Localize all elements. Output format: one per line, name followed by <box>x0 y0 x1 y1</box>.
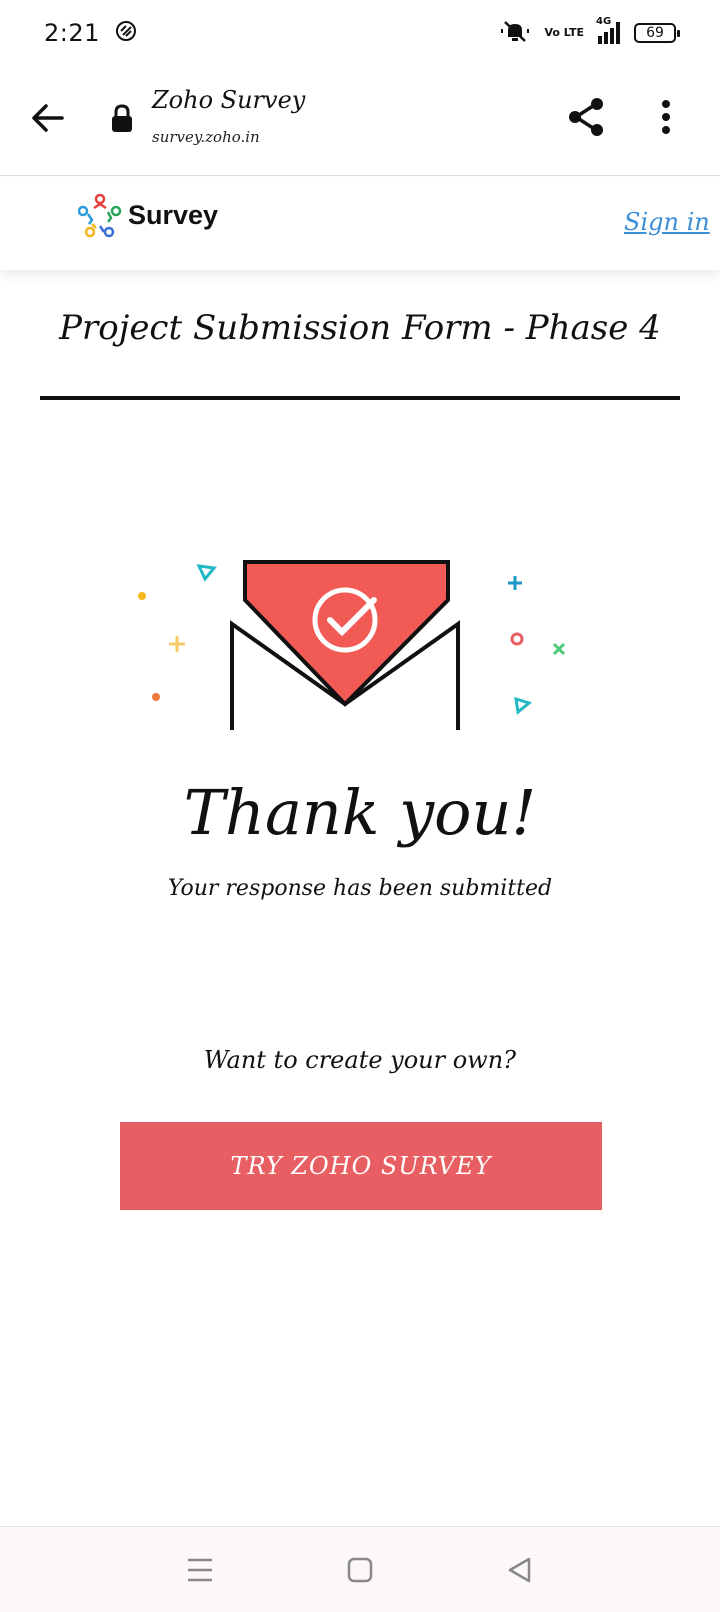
thank-you-heading: Thank you! <box>183 776 537 849</box>
home-button[interactable] <box>340 1550 380 1590</box>
browser-toolbar: Zoho Survey survey.zoho.in <box>0 66 720 176</box>
network-type: 4G <box>596 16 612 27</box>
signal-icon: 4G <box>596 16 620 44</box>
recent-apps-button[interactable] <box>180 1550 220 1590</box>
share-icon <box>569 98 603 136</box>
form-title: Project Submission Form - Phase 4 <box>59 308 661 348</box>
mute-icon <box>500 19 530 47</box>
status-bar: 2:21 Vo LTE 4G 69 <box>0 0 720 66</box>
back-nav-button[interactable] <box>500 1550 540 1590</box>
volte-indicator: Vo LTE <box>544 26 584 39</box>
submitted-envelope-illustration <box>130 560 590 760</box>
try-zoho-survey-button[interactable]: TRY ZOHO SURVEY <box>120 1122 602 1210</box>
sign-in-link[interactable]: Sign in <box>624 208 710 236</box>
page-title: Zoho Survey <box>152 86 306 114</box>
more-options-button[interactable] <box>656 96 676 138</box>
data-saver-icon <box>114 19 138 47</box>
submission-message: Your response has been submitted <box>167 876 553 901</box>
menu-icon <box>188 1558 212 1581</box>
lock-icon <box>110 104 134 134</box>
arrow-left-icon <box>32 104 64 132</box>
battery-icon: 69 <box>634 23 680 43</box>
zoho-survey-logo-icon[interactable] <box>77 193 122 238</box>
home-square-icon <box>347 1557 373 1582</box>
share-button[interactable] <box>566 96 608 138</box>
system-navigation-bar <box>0 1526 720 1612</box>
cta-prompt: Want to create your own? <box>203 1046 517 1074</box>
status-time: 2:21 <box>44 19 100 47</box>
triangle-back-icon <box>508 1557 531 1582</box>
logo-text: Survey <box>128 200 219 230</box>
title-divider <box>40 396 680 400</box>
battery-level: 69 <box>646 25 664 41</box>
site-header: Survey Sign in <box>0 178 720 270</box>
back-button[interactable] <box>28 98 68 138</box>
page-url[interactable]: survey.zoho.in <box>152 128 260 146</box>
